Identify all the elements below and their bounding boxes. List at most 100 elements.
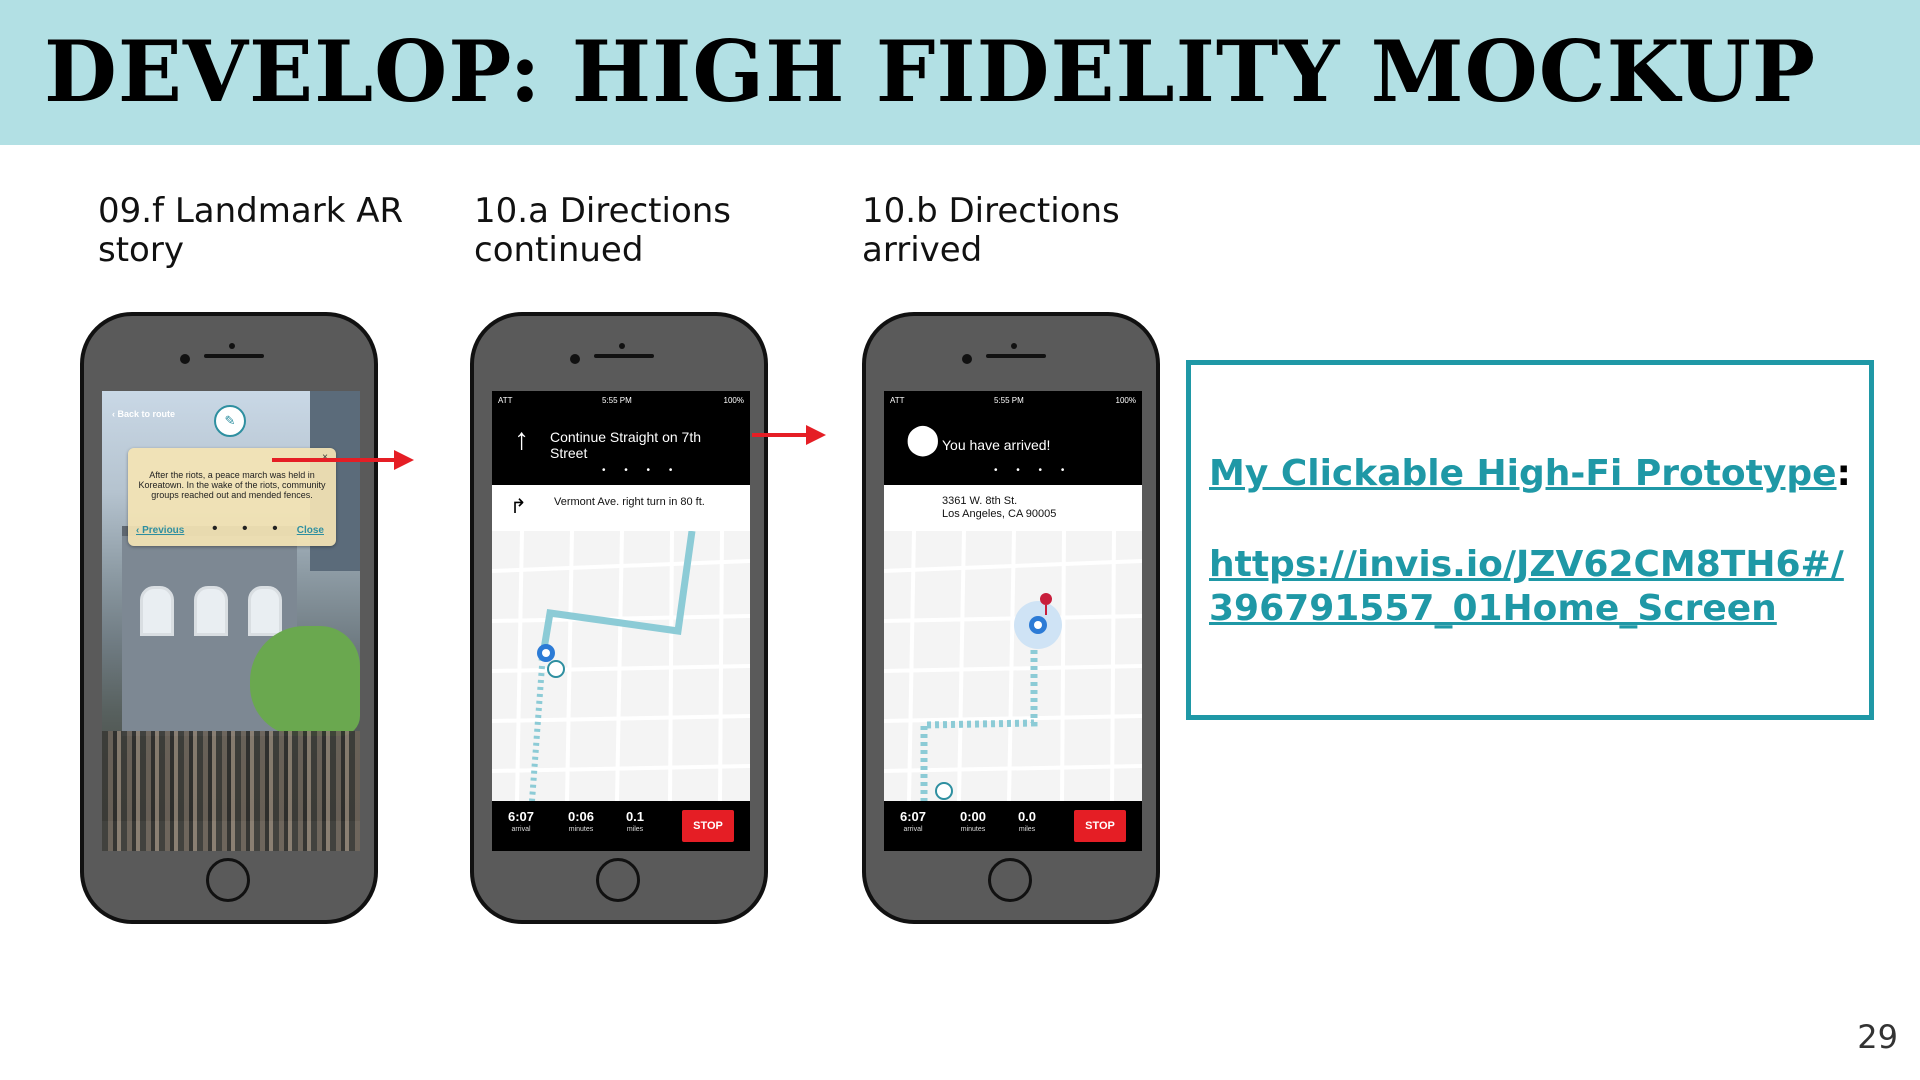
flow-arrow: [272, 450, 414, 470]
nav-screen: ATT 5:55 PM 100% ↑ Continue Straight on …: [492, 391, 750, 851]
caption-line: arrived: [862, 230, 983, 270]
status-time: 5:55 PM: [994, 396, 1024, 405]
arrival-value: 6:07: [507, 809, 535, 824]
miles-value: 0.1: [625, 809, 645, 824]
phone-mockup-directions-continued: ATT 5:55 PM 100% ↑ Continue Straight on …: [470, 312, 768, 924]
phone-mockup-directions-arrived: ATT 5:55 PM 100% ⬤ You have arrived! • •…: [862, 312, 1160, 924]
minutes-label: minutes: [568, 826, 594, 833]
page-title: DEVELOP: HIGH FIDELITY MOCKUP: [44, 22, 1817, 121]
instruction-text: You have arrived!: [942, 437, 1051, 453]
minutes-value: 0:00: [959, 809, 987, 824]
route-map[interactable]: [492, 531, 750, 801]
trip-summary-bar: 6:07 arrival 0:06 minutes 0.1 miles STOP: [492, 801, 750, 851]
minutes-value: 0:06: [567, 809, 595, 824]
arrow-up-icon: ↑: [514, 423, 529, 456]
status-bar: ATT 5:55 PM 100%: [884, 391, 1142, 411]
miles-value: 0.0: [1017, 809, 1037, 824]
address-line: Los Angeles, CA 90005: [942, 508, 1057, 520]
prototype-link-title-text: My Clickable High-Fi Prototype: [1209, 453, 1837, 494]
caption-line: 10.b Directions: [862, 191, 1120, 231]
turn-right-icon: ↱: [510, 496, 527, 518]
phone-sensor: [1011, 343, 1017, 349]
arrival-stat: 6:07 arrival: [888, 809, 938, 835]
prototype-link-colon: :: [1836, 453, 1851, 494]
prototype-link-title[interactable]: My Clickable High-Fi Prototype:: [1209, 453, 1851, 494]
status-time: 5:55 PM: [602, 396, 632, 405]
back-to-route-link[interactable]: ‹ Back to route: [112, 409, 175, 419]
landmark-marker-icon: [935, 782, 953, 800]
map-graphic: [492, 531, 750, 801]
caption-line: story: [98, 230, 184, 270]
route-map[interactable]: [884, 531, 1142, 801]
caption-directions-continued: 10.a Directions continued: [474, 192, 804, 270]
instruction-text: Continue Straight on 7th Street: [550, 429, 701, 461]
stop-button[interactable]: STOP: [1074, 810, 1126, 842]
landmark-marker-icon: [547, 660, 565, 678]
phone-camera: [180, 354, 190, 364]
phone-sensor: [619, 343, 625, 349]
address-panel: 3361 W. 8th St. Los Angeles, CA 90005: [884, 485, 1142, 532]
minutes-stat: 0:00 minutes: [948, 809, 998, 835]
story-page-dots: • • •: [212, 520, 288, 537]
prototype-url-link[interactable]: https://invis.io/JZV62CM8TH6#/396791557_…: [1209, 543, 1859, 631]
minutes-label: minutes: [960, 826, 986, 833]
minutes-stat: 0:06 minutes: [556, 809, 606, 835]
close-link[interactable]: Close: [297, 525, 324, 536]
ar-window: [194, 586, 228, 636]
caption-line: continued: [474, 230, 644, 270]
status-bar: ATT 5:55 PM 100%: [492, 391, 750, 411]
miles-stat: 0.1 miles: [610, 809, 660, 835]
instruction-dots: • • • •: [602, 465, 681, 476]
story-card: × After the riots, a peace march was hel…: [128, 448, 336, 546]
page-number: 29: [1857, 1018, 1898, 1056]
phone-speaker: [986, 354, 1046, 358]
phone-camera: [962, 354, 972, 364]
phone-sensor: [229, 343, 235, 349]
map-graphic: [884, 531, 1142, 801]
battery-label: 100%: [723, 396, 744, 405]
home-button[interactable]: [596, 858, 640, 902]
miles-label: miles: [626, 826, 644, 833]
ar-window: [248, 586, 282, 636]
miles-stat: 0.0 miles: [1002, 809, 1052, 835]
arrival-value: 6:07: [899, 809, 927, 824]
home-button[interactable]: [206, 858, 250, 902]
destination-pin-icon: [1040, 593, 1052, 605]
instruction-dots: • • • •: [994, 465, 1073, 476]
arrival-stat: 6:07 arrival: [496, 809, 546, 835]
prototype-link-box: My Clickable High-Fi Prototype: https://…: [1186, 360, 1874, 720]
ar-crowd: [102, 731, 360, 851]
ar-window: [140, 586, 174, 636]
flow-arrow: [752, 425, 826, 445]
battery-label: 100%: [1115, 396, 1136, 405]
miles-label: miles: [1018, 826, 1036, 833]
address-text: 3361 W. 8th St. Los Angeles, CA 90005: [942, 495, 1132, 521]
next-turn-panel: ↱ Vermont Ave. right turn in 80 ft.: [492, 485, 750, 532]
previous-link[interactable]: ‹ Previous: [136, 525, 184, 536]
phone-camera: [570, 354, 580, 364]
instruction-header: ↑ Continue Straight on 7th Street • • • …: [492, 411, 750, 485]
map-pin-icon: ⬤: [906, 423, 940, 456]
back-to-route-label: Back to route: [117, 409, 176, 419]
phone-speaker: [204, 354, 264, 358]
story-text: After the riots, a peace march was held …: [138, 470, 326, 500]
stop-button[interactable]: STOP: [682, 810, 734, 842]
ar-trees: [250, 626, 360, 736]
trip-summary-bar: 6:07 arrival 0:00 minutes 0.0 miles STOP: [884, 801, 1142, 851]
landmark-badge-icon[interactable]: ✎: [214, 405, 246, 437]
arrival-label: arrival: [903, 826, 923, 833]
caption-landmark-ar: 09.f Landmark AR story: [98, 192, 428, 270]
phone-mockup-ar-story: ‹ Back to route ✎ × After the riots, a p…: [80, 312, 378, 924]
caption-line: 09.f Landmark AR: [98, 191, 404, 231]
carrier-label: ATT: [890, 396, 905, 405]
address-line: 3361 W. 8th St.: [942, 495, 1018, 507]
arrival-label: arrival: [511, 826, 531, 833]
instruction-header: ⬤ You have arrived! • • • •: [884, 411, 1142, 485]
caption-line: 10.a Directions: [474, 191, 732, 231]
caption-directions-arrived: 10.b Directions arrived: [862, 192, 1192, 270]
carrier-label: ATT: [498, 396, 513, 405]
nav-screen: ATT 5:55 PM 100% ⬤ You have arrived! • •…: [884, 391, 1142, 851]
next-turn-text: Vermont Ave. right turn in 80 ft.: [554, 496, 705, 508]
home-button[interactable]: [988, 858, 1032, 902]
phone-speaker: [594, 354, 654, 358]
